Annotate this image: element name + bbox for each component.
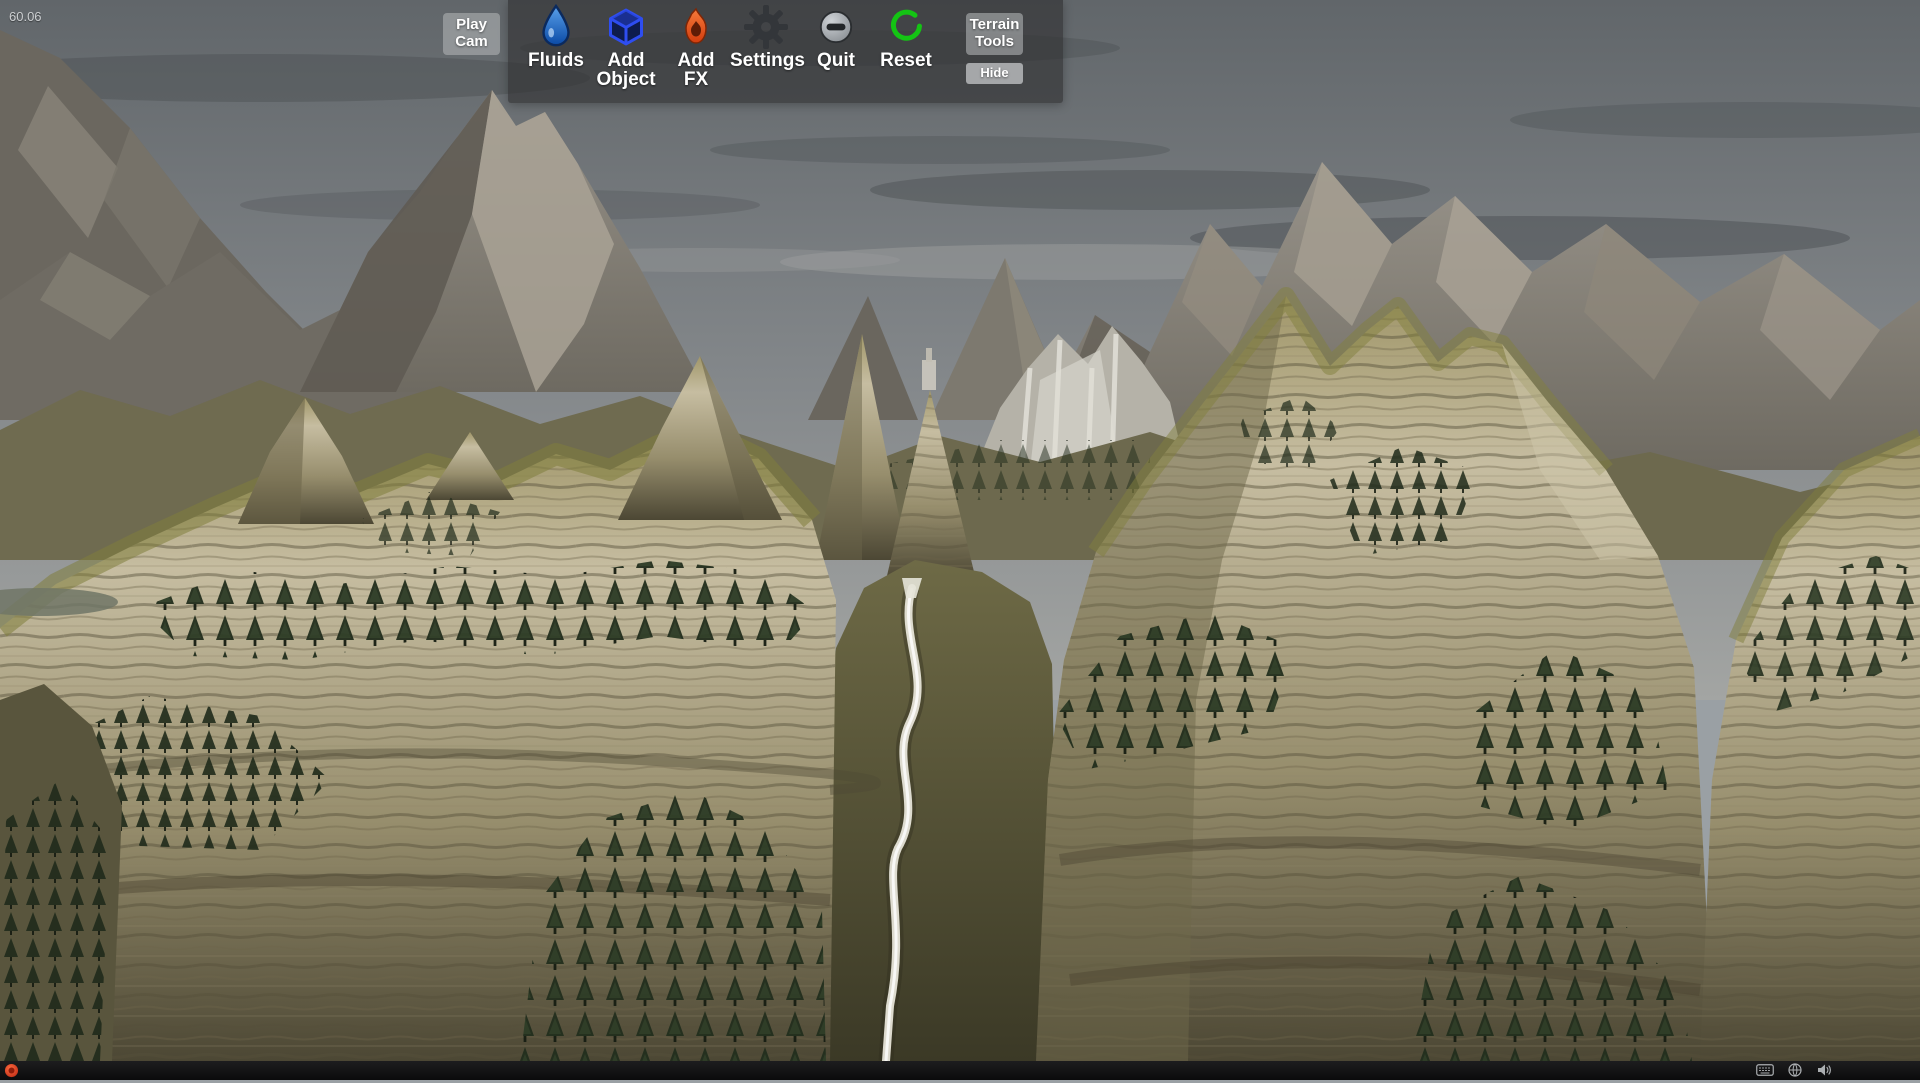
tool-item-quit[interactable]: Quit (802, 4, 870, 89)
tray-keyboard-icon[interactable] (1756, 1064, 1774, 1076)
terrain-tools-button[interactable]: Terrain Tools (966, 13, 1023, 55)
play-cam-button[interactable]: Play Cam (443, 13, 500, 55)
flame-icon (679, 4, 713, 50)
hide-button[interactable]: Hide (966, 63, 1023, 84)
landscape-render (0, 0, 1920, 1061)
tray-globe-icon[interactable] (1788, 1063, 1802, 1077)
water-drop-icon (538, 4, 574, 50)
tool-label: Add Object (592, 51, 660, 89)
terrain-viewport[interactable] (0, 0, 1920, 1061)
tool-item-add-fx[interactable]: Add FX (662, 4, 730, 89)
tool-item-settings[interactable]: Settings (732, 4, 800, 89)
cube-icon (606, 4, 646, 50)
system-tray (1756, 1063, 1832, 1077)
tool-label: Quit (817, 51, 855, 70)
tool-label: Fluids (528, 51, 584, 70)
tool-group: Fluids Add Object (522, 4, 940, 89)
tool-label: Reset (880, 51, 932, 70)
tool-label: Settings (730, 51, 802, 70)
gear-icon (744, 4, 788, 50)
tool-label: Add FX (675, 51, 717, 89)
tool-item-fluids[interactable]: Fluids (522, 4, 590, 89)
reset-arc-icon (888, 4, 924, 50)
minus-circle-icon (817, 4, 855, 50)
tool-item-reset[interactable]: Reset (872, 4, 940, 89)
taskbar-app-red-icon[interactable] (4, 1063, 19, 1078)
hud-fps-counter: 60.06 (9, 9, 42, 24)
tool-item-add-object[interactable]: Add Object (592, 4, 660, 89)
taskbar (0, 1061, 1920, 1080)
tray-volume-icon[interactable] (1816, 1063, 1832, 1077)
